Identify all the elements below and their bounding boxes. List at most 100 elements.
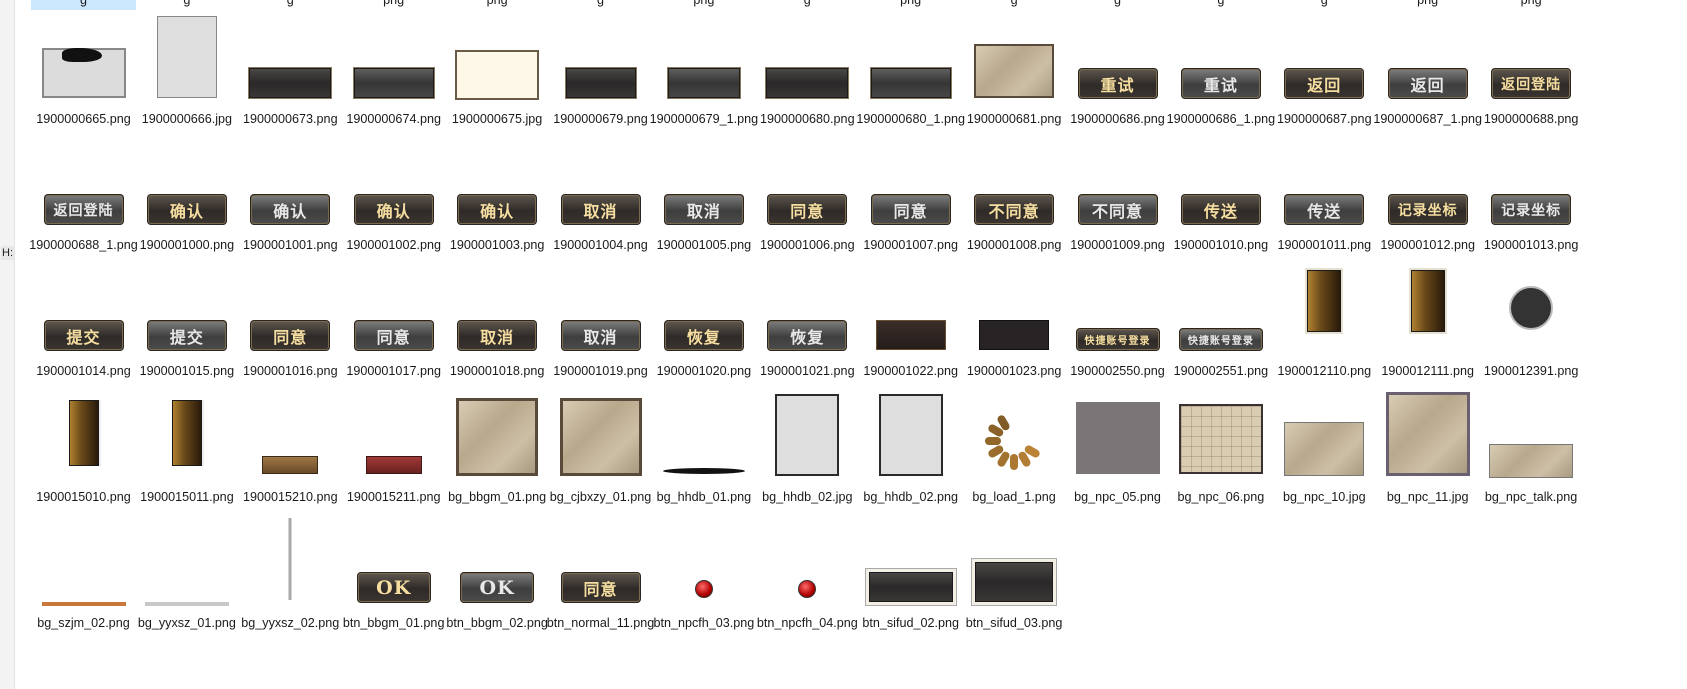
file-thumbnail: 确认 [338, 140, 449, 236]
button-art-label: 传送 [1307, 201, 1342, 221]
button-art-label: 同意 [376, 327, 411, 347]
btn-gray-art: 重试 [1182, 70, 1259, 97]
file-thumbnail: 恢复 [648, 266, 759, 362]
file-name: 1900000673.png [243, 112, 338, 126]
button-art-label: 返回登陆 [1501, 76, 1562, 93]
file-name: 1900001004.png [553, 238, 648, 252]
btn-gold-art: 确认 [459, 196, 536, 223]
file-name: 1900000679.png [553, 112, 648, 126]
button-art-label: 不同意 [988, 201, 1040, 221]
file-thumbnail [235, 392, 346, 488]
gray-block-art [1075, 402, 1160, 474]
btn-gold-art: 确认 [355, 196, 432, 223]
vbar-tall-art [1307, 270, 1342, 332]
file-name: 1900001003.png [449, 238, 545, 252]
file-name: 1900000679_1.png [649, 112, 759, 126]
file-thumbnail: 传送 [1269, 140, 1380, 236]
file-name: 1900001015.png [139, 364, 235, 378]
button-art-label: 同意 [583, 579, 618, 599]
file-name: 1900000686_1.png [1166, 112, 1276, 126]
file-thumbnail: 取消 [545, 266, 656, 362]
file-thumbnail: 传送 [1165, 140, 1276, 236]
vbar-mid-art [171, 400, 202, 466]
file-thumbnail: 恢复 [752, 266, 863, 362]
panel-gray-small-art [667, 68, 740, 98]
vbar-mid-art [68, 400, 99, 466]
file-name: 1900000687_1.png [1373, 112, 1482, 126]
red-dot-art [694, 580, 713, 598]
file-thumbnail: 同意 [545, 518, 656, 614]
file-name: 1900001022.png [863, 364, 958, 378]
button-art-label: 同意 [893, 201, 928, 221]
circle-dark-art [1509, 286, 1554, 330]
file-name: bg_load_1.png [972, 490, 1056, 504]
btn-gold-art: 同意 [252, 322, 329, 349]
panel-gray-art [353, 68, 434, 98]
file-name: bg_npc_06.png [1177, 490, 1265, 504]
file-name: bg_szjm_02.png [37, 616, 130, 630]
file-name: 1900000681.png [966, 112, 1062, 126]
file-name: g [596, 0, 604, 7]
file-name: btn_bbgm_02.png [446, 616, 548, 630]
file-thumbnail: 返回登陆 [1476, 14, 1587, 110]
btn-gold-art: 返回登陆 [1493, 70, 1570, 97]
file-thumbnail: 同意 [235, 266, 346, 362]
file-thumbnail: 重试 [1062, 14, 1173, 110]
file-thumbnail [235, 14, 346, 110]
file-name: bg_npc_10.jpg [1282, 490, 1366, 504]
btn-gray-art: 取消 [665, 196, 742, 223]
button-art-label: 恢复 [686, 327, 721, 347]
file-thumbnail: 重试 [1165, 14, 1276, 110]
file-name: 1900001006.png [760, 238, 855, 252]
file-name: 1900000680_1.png [856, 112, 965, 126]
btn-gray-art: 记录坐标 [1493, 196, 1570, 223]
file-thumbnail [235, 518, 346, 614]
file-name: 1900015011.png [140, 490, 234, 504]
file-name: g [1217, 0, 1225, 7]
file-name: 1900015210.png [243, 490, 338, 504]
btn-gray-art: 传送 [1286, 196, 1363, 223]
button-art-label: 传送 [1203, 201, 1238, 221]
btn-gold-art: 同意 [769, 196, 846, 223]
file-thumbnail: 不同意 [1062, 140, 1173, 236]
grid-block-art [1178, 404, 1263, 474]
button-art-label: 快捷账号登录 [1084, 336, 1151, 347]
button-art-label: 记录坐标 [1501, 202, 1562, 219]
vbar-tall-art [1410, 270, 1445, 332]
file-thumbnail [545, 392, 656, 488]
file-thumbnail: 取消 [648, 140, 759, 236]
panel-brown-art [875, 320, 946, 350]
btn-gold-art: 恢复 [665, 322, 742, 349]
file-thumbnail [28, 392, 139, 488]
file-name: 1900001018.png [449, 364, 545, 378]
navigation-pane-edge: H: [0, 0, 15, 689]
file-name: bg_hhdb_02.png [863, 490, 958, 504]
paper-tall-art [156, 16, 217, 98]
file-thumbnail [1269, 392, 1380, 488]
file-name: bg_bbgm_01.png [448, 490, 547, 504]
file-thumbnail [131, 518, 242, 614]
photo-square-art [456, 398, 539, 476]
file-thumbnail: 返回登陆 [28, 140, 139, 236]
file-thumbnail [28, 14, 139, 110]
file-thumbnail: 同意 [338, 266, 449, 362]
file-thumbnail [442, 392, 553, 488]
file-name: png [486, 0, 508, 7]
file-thumbnail [855, 392, 966, 488]
button-art-label: 重试 [1203, 75, 1238, 95]
file-name: g [1010, 0, 1018, 7]
file-thumbnail [959, 392, 1070, 488]
button-art-label: 快捷账号登录 [1187, 336, 1254, 347]
button-art-label: 确认 [480, 201, 515, 221]
file-name: 1900000680.png [760, 112, 855, 126]
file-name: 1900001010.png [1173, 238, 1269, 252]
file-thumbnail: 确认 [442, 140, 553, 236]
file-name: bg_yyxsz_02.png [241, 616, 340, 630]
file-name: 1900000675.jpg [451, 112, 543, 126]
drive-label[interactable]: H: [1, 246, 14, 260]
file-name: 1900001013.png [1483, 238, 1579, 252]
file-thumbnail: 不同意 [959, 140, 1070, 236]
file-name: 1900001021.png [760, 364, 855, 378]
file-thumbnail [1476, 392, 1587, 488]
paper-framed-art [775, 394, 840, 476]
